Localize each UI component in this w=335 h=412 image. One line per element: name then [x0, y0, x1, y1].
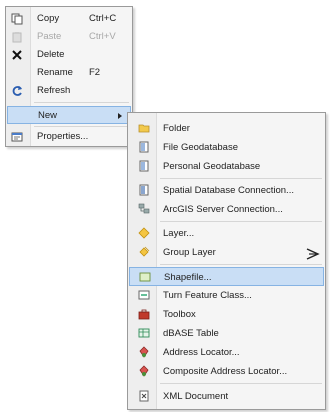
submenu-item-file-geodatabase[interactable]: File Geodatabase	[129, 138, 324, 157]
submenu-item-label: Toolbox	[163, 309, 196, 320]
spatial-database-connection-icon	[139, 184, 149, 196]
personal-geodatabase-icon	[139, 160, 149, 172]
menu-item-paste[interactable]: Paste Ctrl+V	[7, 28, 131, 46]
submenu-separator	[160, 178, 322, 179]
submenu-item-label: File Geodatabase	[163, 142, 238, 153]
submenu-item-label: Group Layer	[163, 247, 216, 258]
xml-document-icon	[139, 390, 149, 402]
submenu-item-label: Spatial Database Connection...	[163, 185, 294, 196]
address-locator-icon	[139, 346, 149, 358]
mouse-pointer-icon	[306, 248, 320, 260]
submenu-item-label: Folder	[163, 123, 190, 134]
submenu-item-label: Layer...	[163, 228, 195, 239]
submenu-item-label: dBASE Table	[163, 328, 219, 339]
context-menu: Copy Ctrl+C Paste Ctrl+V Delete Rename F…	[5, 6, 133, 147]
submenu-separator	[160, 264, 322, 265]
menu-item-label: Refresh	[37, 85, 71, 96]
menu-item-delete[interactable]: Delete	[7, 46, 131, 64]
menu-item-new[interactable]: New	[7, 106, 131, 124]
submenu-item-label: Shapefile...	[164, 272, 212, 283]
submenu-item-label: Composite Address Locator...	[163, 366, 288, 377]
menu-item-refresh[interactable]: Refresh	[7, 82, 131, 100]
submenu-item-feature-class[interactable]: Turn Feature Class...	[129, 286, 324, 305]
submenu-item-composite-address-locator[interactable]: Composite Address Locator...	[129, 362, 324, 381]
submenu-item-label: Turn Feature Class...	[163, 290, 252, 301]
submenu-item-arcgis-server-connection[interactable]: ArcGIS Server Connection...	[129, 200, 324, 219]
layer-icon	[138, 227, 150, 239]
menu-item-copy[interactable]: Copy Ctrl+C	[7, 10, 131, 28]
menu-item-label: Delete	[37, 49, 65, 60]
paste-icon	[12, 32, 22, 43]
submenu-item-personal-geodatabase[interactable]: Personal Geodatabase	[129, 157, 324, 176]
submenu-item-label: XML Document	[163, 391, 229, 402]
composite-address-locator-icon	[139, 365, 149, 377]
menu-item-label: Rename	[37, 67, 73, 78]
menu-item-rename[interactable]: Rename F2	[7, 64, 131, 82]
folder-icon	[138, 124, 150, 133]
submenu-item-toolbox[interactable]: Toolbox	[129, 305, 324, 324]
feature-class-icon	[138, 290, 150, 300]
submenu-item-label: ArcGIS Server Connection...	[163, 204, 283, 215]
delete-icon	[12, 50, 22, 60]
menu-separator	[34, 102, 129, 103]
group-layer-icon	[139, 246, 150, 257]
submenu-item-group-layer[interactable]: Group Layer	[129, 243, 324, 262]
properties-icon	[11, 132, 23, 142]
submenu-item-spatial-database-connection[interactable]: Spatial Database Connection...	[129, 181, 324, 200]
toolbox-icon	[138, 309, 150, 320]
submenu-separator	[160, 383, 322, 384]
submenu-item-folder[interactable]: Folder	[129, 119, 324, 138]
menu-item-label: Paste	[37, 31, 62, 42]
refresh-icon	[12, 86, 22, 96]
arcgis-server-connection-icon	[138, 203, 150, 214]
submenu-item-label: Address Locator...	[163, 347, 240, 358]
menu-separator	[34, 126, 129, 127]
file-geodatabase-icon	[139, 141, 149, 153]
submenu-item-shapefile[interactable]: Shapefile...	[129, 267, 324, 286]
submenu-item-dbase-table[interactable]: dBASE Table	[129, 324, 324, 343]
submenu-arrow-icon	[118, 113, 122, 119]
menu-item-shortcut: Ctrl+V	[89, 31, 116, 42]
submenu-item-label: Personal Geodatabase	[163, 161, 261, 172]
stage: Copy Ctrl+C Paste Ctrl+V Delete Rename F…	[0, 0, 335, 412]
menu-item-label: New	[38, 110, 58, 121]
menu-item-label: Copy	[37, 13, 60, 24]
new-submenu: Folder File Geodatabase Personal Geodata…	[127, 112, 326, 410]
copy-icon	[11, 13, 23, 25]
menu-item-shortcut: Ctrl+C	[89, 13, 117, 24]
menu-item-shortcut: F2	[89, 67, 101, 78]
dbase-table-icon	[138, 328, 150, 338]
submenu-separator	[160, 221, 322, 222]
submenu-item-address-locator[interactable]: Address Locator...	[129, 343, 324, 362]
menu-item-properties[interactable]: Properties...	[7, 128, 131, 146]
menu-item-label: Properties...	[37, 131, 89, 142]
submenu-item-xml-document[interactable]: XML Document	[129, 387, 324, 406]
submenu-item-layer[interactable]: Layer...	[129, 224, 324, 243]
shapefile-icon	[139, 272, 151, 282]
